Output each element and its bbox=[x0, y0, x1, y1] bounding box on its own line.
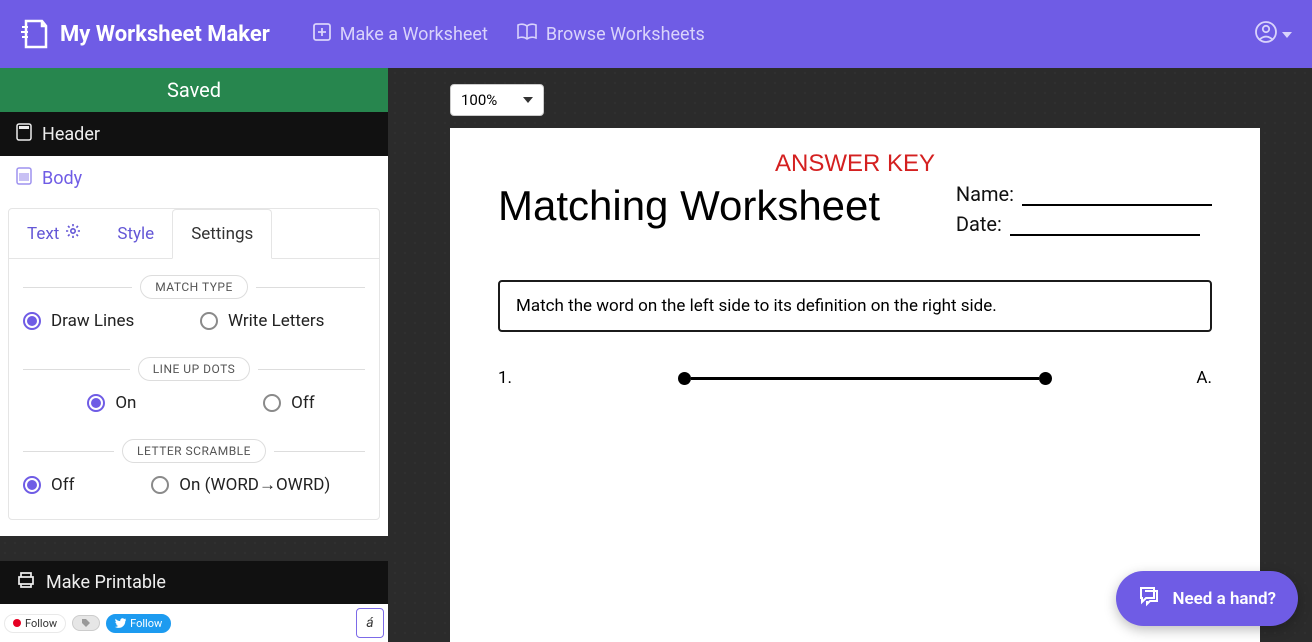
date-field: Date: bbox=[956, 212, 1212, 236]
tab-text[interactable]: Text bbox=[9, 209, 99, 258]
name-field: Name: bbox=[956, 182, 1212, 206]
radio-icon bbox=[23, 476, 41, 494]
gear-icon bbox=[65, 223, 81, 244]
twitter-follow-button[interactable]: Follow bbox=[106, 614, 171, 633]
twitter-icon bbox=[115, 618, 126, 628]
make-printable-button[interactable]: Make Printable bbox=[0, 561, 388, 604]
header-layout-icon bbox=[16, 123, 32, 146]
match-connector bbox=[528, 372, 1182, 385]
accent-char-button[interactable]: á bbox=[356, 608, 384, 638]
nav-browse-worksheets[interactable]: Browse Worksheets bbox=[502, 14, 719, 55]
group-line-up-dots-label: LINE UP DOTS bbox=[23, 357, 365, 381]
group-letter-scramble-label: LETTER SCRAMBLE bbox=[23, 439, 365, 463]
radio-scramble-on[interactable]: On (WORD→OWRD) bbox=[151, 475, 365, 495]
radio-icon bbox=[23, 312, 41, 330]
user-circle-icon bbox=[1254, 20, 1278, 48]
help-chat-button[interactable]: Need a hand? bbox=[1116, 571, 1298, 626]
radio-draw-lines[interactable]: Draw Lines bbox=[23, 311, 188, 331]
radio-icon bbox=[263, 394, 281, 412]
tag-icon bbox=[81, 618, 91, 628]
zoom-select[interactable]: 100% bbox=[450, 84, 544, 116]
print-icon bbox=[16, 571, 36, 594]
date-line[interactable] bbox=[1010, 214, 1200, 236]
section-body[interactable]: Body bbox=[0, 156, 388, 200]
book-open-icon bbox=[516, 22, 538, 47]
match-left-number: 1. bbox=[498, 368, 528, 388]
tab-settings[interactable]: Settings bbox=[172, 209, 272, 259]
nav-make-worksheet[interactable]: Make a Worksheet bbox=[298, 14, 502, 55]
instruction-box[interactable]: Match the word on the left side to its d… bbox=[498, 280, 1212, 332]
share-save-button[interactable] bbox=[72, 615, 100, 631]
radio-scramble-off[interactable]: Off bbox=[23, 475, 139, 495]
group-match-type-label: MATCH TYPE bbox=[23, 275, 365, 299]
dot-right-icon bbox=[1039, 372, 1052, 385]
section-header[interactable]: Header bbox=[0, 112, 388, 156]
radio-icon bbox=[87, 394, 105, 412]
radio-write-letters[interactable]: Write Letters bbox=[200, 311, 365, 331]
worksheet-title[interactable]: Matching Worksheet bbox=[498, 182, 880, 230]
chat-icon bbox=[1138, 585, 1160, 612]
answer-key-label: ANSWER KEY bbox=[498, 150, 1212, 178]
plus-square-icon bbox=[312, 22, 332, 47]
body-layout-icon bbox=[16, 167, 32, 190]
pinterest-follow-button[interactable]: Follow bbox=[4, 614, 66, 633]
logo-icon bbox=[20, 17, 50, 51]
caret-down-icon bbox=[523, 97, 533, 103]
tab-style[interactable]: Style bbox=[99, 209, 172, 258]
app-logo[interactable]: My Worksheet Maker bbox=[20, 17, 270, 51]
radio-lineup-on[interactable]: On bbox=[23, 393, 201, 413]
profile-menu[interactable] bbox=[1254, 20, 1292, 48]
caret-down-icon bbox=[1282, 25, 1292, 44]
app-title: My Worksheet Maker bbox=[60, 22, 270, 47]
dot-left-icon bbox=[678, 372, 691, 385]
match-right-letter: A. bbox=[1182, 368, 1212, 388]
name-line[interactable] bbox=[1022, 184, 1212, 206]
radio-lineup-off[interactable]: Off bbox=[213, 393, 365, 413]
radio-icon bbox=[200, 312, 218, 330]
worksheet-page: ANSWER KEY Matching Worksheet Name: Date… bbox=[450, 128, 1260, 642]
save-status: Saved bbox=[0, 68, 388, 112]
radio-icon bbox=[151, 476, 169, 494]
